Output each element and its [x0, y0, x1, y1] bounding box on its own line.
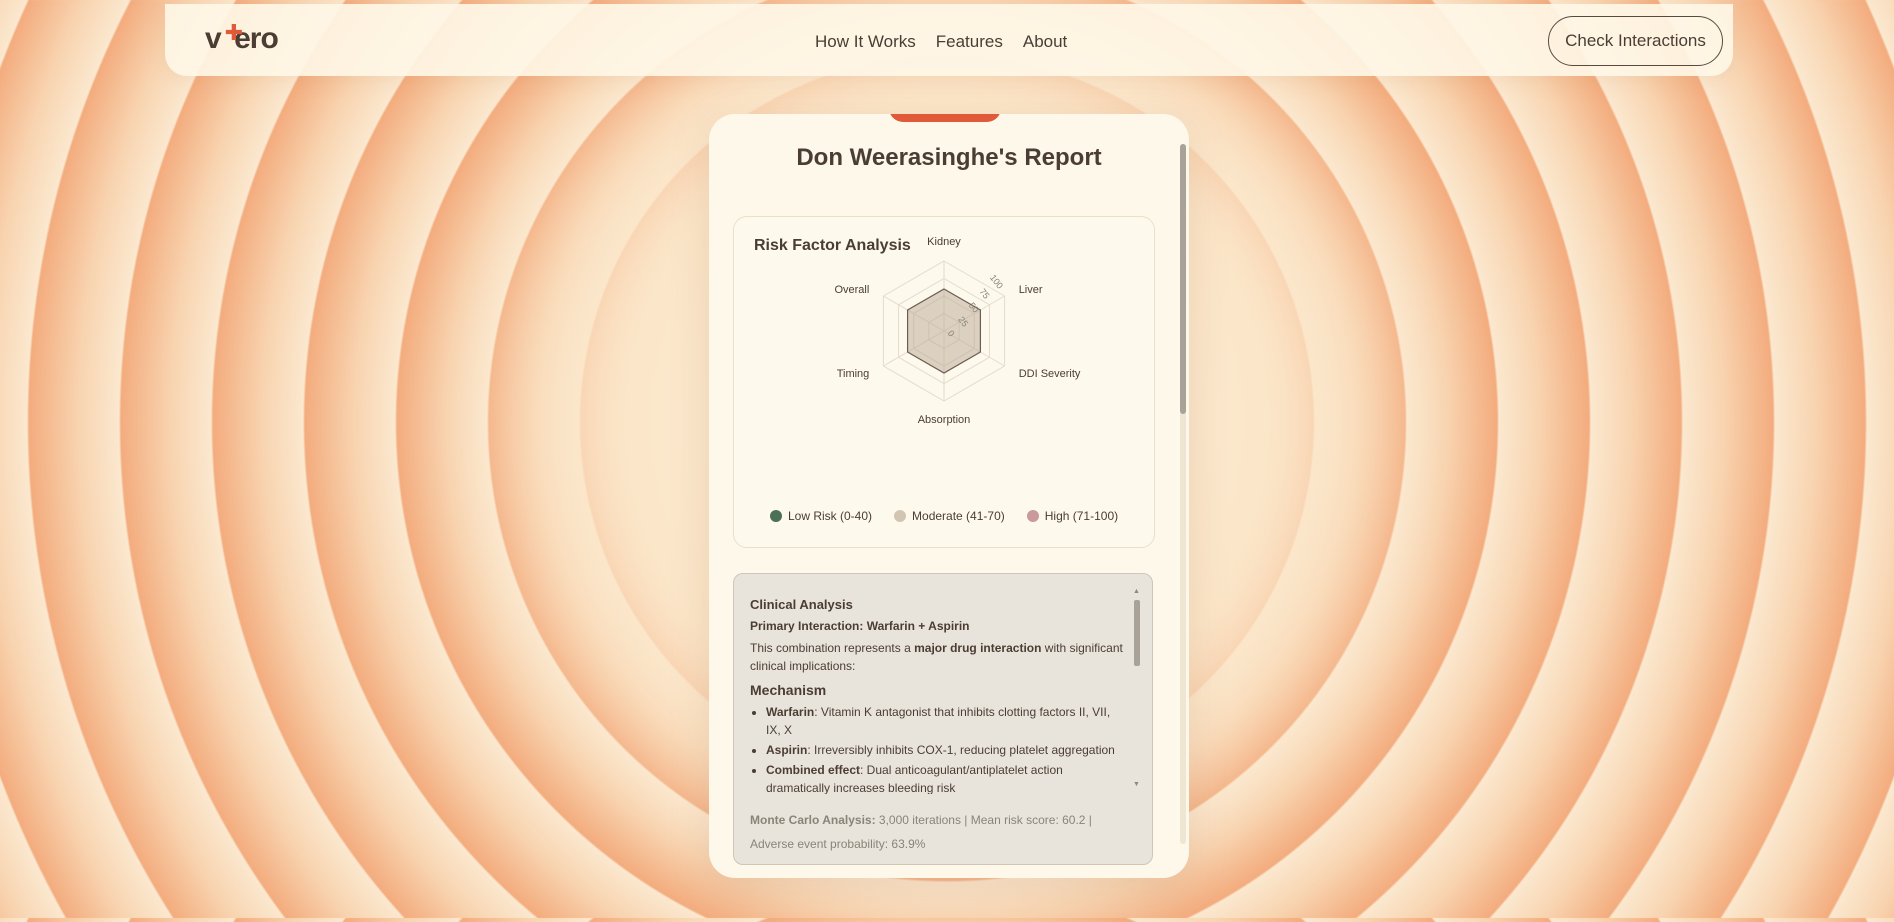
- clinical-scroll-area[interactable]: Clinical Analysis Primary Interaction: W…: [750, 596, 1128, 794]
- navbar: v ✚ero How It Works Features About Check …: [165, 4, 1733, 76]
- intro-bold: major drug interaction: [914, 641, 1042, 655]
- list-item: Warfarin: Vitamin K antagonist that inhi…: [766, 703, 1128, 739]
- mechanism-term: Aspirin: [766, 743, 808, 757]
- mechanism-text: : Vitamin K antagonist that inhibits clo…: [766, 705, 1111, 737]
- legend-dot-low: [770, 510, 782, 522]
- clinical-scrollbar[interactable]: ▲ ▼: [1133, 588, 1141, 788]
- legend-label-low: Low Risk (0-40): [788, 509, 873, 523]
- legend-dot-high: [1026, 510, 1039, 522]
- list-item: Combined effect: Dual anticoagulant/anti…: [766, 761, 1128, 794]
- nav-link-how-it-works[interactable]: How It Works: [815, 32, 916, 52]
- legend-item-low: Low Risk (0-40): [770, 509, 872, 523]
- check-interactions-button[interactable]: Check Interactions: [1548, 16, 1723, 66]
- scroll-down-icon[interactable]: ▼: [1133, 781, 1140, 788]
- mechanism-term: Combined effect: [766, 763, 861, 777]
- legend-label-moderate: Moderate (41-70): [912, 509, 1005, 523]
- radar-chart: 0255075100KidneyLiverDDI SeverityAbsorpt…: [834, 236, 1081, 426]
- clinical-intro: This combination represents a major drug…: [750, 639, 1128, 675]
- logo[interactable]: v ✚ero: [205, 20, 279, 56]
- nav-link-features[interactable]: Features: [936, 32, 1003, 52]
- legend-item-moderate: Moderate (41-70): [894, 509, 1005, 523]
- card-accent-tab: [889, 114, 1001, 122]
- radar-axis-label: Overall: [834, 284, 869, 296]
- plus-icon: ✚: [224, 20, 243, 45]
- radar-axis-label: DDI Severity: [1019, 368, 1081, 380]
- radar-axis-label: Timing: [837, 368, 870, 380]
- legend-label-high: High (71-100): [1044, 509, 1119, 523]
- risk-legend: Low Risk (0-40) Moderate (41-70) High (7…: [770, 509, 1118, 523]
- primary-interaction: Primary Interaction: Warfarin + Aspirin: [750, 619, 970, 633]
- scroll-up-icon[interactable]: ▲: [1133, 588, 1140, 595]
- card-scrollbar[interactable]: [1180, 144, 1186, 844]
- legend-dot-moderate: [894, 510, 907, 522]
- monte-carlo-label: Monte Carlo Analysis:: [750, 813, 876, 827]
- risk-factor-panel: Risk Factor Analysis 0 25 50 75 100 Kidney Liv…: [733, 216, 1155, 548]
- radar-series-polygon: [907, 288, 981, 374]
- list-item: Aspirin: Irreversibly inhibits COX-1, re…: [766, 741, 1128, 759]
- nav-link-about[interactable]: About: [1023, 32, 1067, 52]
- radar-axis-label: Absorption: [918, 414, 971, 426]
- clinical-title: Clinical Analysis: [750, 597, 853, 612]
- mechanism-heading: Mechanism: [750, 682, 827, 698]
- report-card: Don Weerasinghe's Report Risk Factor Ana…: [709, 114, 1189, 878]
- legend-item-high: High (71-100): [1026, 509, 1119, 523]
- mechanism-term: Warfarin: [766, 705, 815, 719]
- clinical-analysis-panel: Clinical Analysis Primary Interaction: W…: [733, 573, 1153, 865]
- intro-pre: This combination represents a: [750, 641, 915, 655]
- mechanism-text: : Irreversibly inhibits COX-1, reducing …: [807, 743, 1115, 757]
- monte-carlo-summary: Monte Carlo Analysis: 3,000 iterations |…: [750, 808, 1135, 856]
- nav-links: How It Works Features About: [815, 32, 1067, 52]
- clinical-scrollbar-thumb[interactable]: [1134, 600, 1140, 666]
- mechanism-list: Warfarin: Vitamin K antagonist that inhi…: [750, 703, 1128, 794]
- report-title: Don Weerasinghe's Report: [796, 144, 1102, 171]
- card-scrollbar-thumb[interactable]: [1180, 144, 1186, 414]
- radar-axis-label: Kidney: [927, 236, 961, 248]
- radar-axis-label: Liver: [1019, 284, 1043, 296]
